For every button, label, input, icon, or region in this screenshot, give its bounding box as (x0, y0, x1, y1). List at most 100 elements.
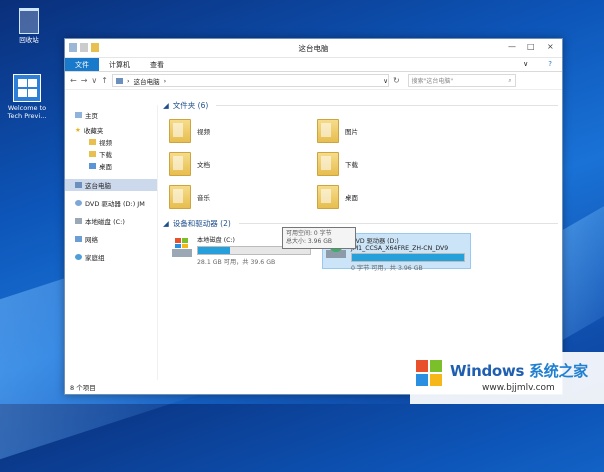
homegroup-icon (75, 254, 82, 260)
watermark-url: www.bjjmlv.com (482, 383, 555, 393)
drive-d-name: DVD 驱动器 (D:) (351, 238, 399, 245)
watermark-title-b: 系统之家 (529, 362, 588, 380)
tab-file[interactable]: 文件 (65, 58, 99, 71)
network-icon (75, 236, 82, 242)
address-bar-row: ← → ∨ ↑ › 这台电脑 › ∨ ↻ 搜索"这台电脑" ⌕ (65, 72, 562, 90)
search-input[interactable]: 搜索"这台电脑" ⌕ (407, 74, 516, 87)
folder-label: 音乐 (197, 193, 210, 202)
nav-item-label: 收藏夹 (83, 127, 104, 135)
recycle-bin-icon (19, 8, 39, 34)
forward-button[interactable]: → (81, 76, 88, 85)
back-button[interactable]: ← (70, 76, 77, 85)
maximize-button[interactable]: □ (527, 42, 535, 51)
downloads-folder-icon (317, 151, 339, 176)
up-button[interactable]: ↑ (101, 76, 108, 85)
content-pane: ◢ 文件夹 (6) 视频 图片 文档 下载 音乐 桌面 ◢ 设备和驱动器 (2) (163, 99, 558, 380)
status-item-count: 8 个项目 (70, 384, 96, 392)
tooltip-line-2: 总大小: 3.96 GB (286, 238, 332, 245)
folder-music[interactable]: 音乐 (169, 180, 317, 213)
folder-label: 桌面 (345, 193, 358, 202)
folder-label: 图片 (345, 127, 358, 136)
drive-d-label: JM1_CCSA_X64FRE_ZH-CN_DV9 (351, 245, 449, 252)
drive-c-free: 28.1 GB 可用，共 39.6 GB (197, 259, 276, 266)
address-dropdown-icon[interactable]: ∨ (383, 77, 388, 85)
nav-item-label: 视频 (99, 139, 112, 147)
close-button[interactable]: × (547, 42, 554, 51)
search-icon: ⌕ (508, 76, 512, 84)
search-placeholder: 搜索"这台电脑" (411, 78, 454, 85)
nav-item-home[interactable]: 主页 (65, 109, 157, 121)
video-folder-icon (169, 118, 191, 143)
recycle-bin-desktop-icon[interactable]: 回收站 (6, 8, 52, 44)
folder-icon (89, 139, 96, 145)
folder-documents[interactable]: 文档 (169, 147, 317, 180)
recycle-bin-label: 回收站 (19, 36, 39, 44)
recent-locations-dropdown[interactable]: ∨ (91, 76, 97, 85)
address-field[interactable]: › 这台电脑 › ∨ (111, 74, 389, 87)
nav-item-label: 网络 (85, 236, 98, 244)
group-title: 设备和驱动器 (2) (172, 218, 231, 228)
watermark: Windows 系统之家 www.bjjmlv.com (410, 352, 604, 404)
computer-icon (115, 77, 123, 84)
nav-item-label: 主页 (85, 112, 98, 120)
drive-d-usage-bar (351, 253, 465, 262)
nav-item-desktop[interactable]: 桌面 (65, 160, 157, 172)
group-title: 文件夹 (6) (172, 100, 209, 110)
star-icon: ★ (75, 126, 81, 134)
desktop-icon (89, 163, 96, 169)
help-icon[interactable]: ? (538, 58, 562, 71)
windows-logo-icon (13, 74, 41, 102)
desktop-folder-icon (317, 184, 339, 209)
nav-item-downloads[interactable]: 下载 (65, 148, 157, 160)
computer-icon (75, 182, 82, 188)
welcome-desktop-icon[interactable]: Welcome to Tech Previ... (4, 74, 50, 120)
address-path[interactable]: 这台电脑 (134, 76, 160, 86)
collapse-icon[interactable]: ◢ (163, 101, 169, 110)
folders-group-header[interactable]: ◢ 文件夹 (6) (163, 99, 558, 111)
ribbon-tabs: 文件 计算机 查看 ∨ ? (65, 58, 562, 72)
nav-item-this-pc[interactable]: 这台电脑 (65, 179, 157, 191)
music-folder-icon (169, 184, 191, 209)
documents-folder-icon (169, 151, 191, 176)
address-separator-2: › (163, 76, 167, 85)
nav-item-local-disk[interactable]: 本地磁盘 (C:) (65, 215, 157, 227)
windows-flag-logo (416, 360, 442, 386)
folder-label: 文档 (197, 160, 210, 169)
home-icon (75, 112, 82, 118)
collapse-icon[interactable]: ◢ (163, 219, 169, 228)
welcome-label-line1: Welcome to (7, 104, 47, 112)
address-separator-1: › (126, 76, 130, 85)
drive-c-usage-fill (198, 247, 231, 254)
nav-item-homegroup[interactable]: 家庭组 (65, 251, 157, 263)
pictures-folder-icon (317, 118, 339, 143)
watermark-title: Windows 系统之家 (450, 360, 588, 381)
nav-item-label: DVD 驱动器 (D:) JM (85, 200, 145, 208)
nav-item-label: 家庭组 (85, 254, 105, 262)
hard-drive-windows-icon (172, 238, 192, 257)
tab-view[interactable]: 查看 (140, 58, 174, 71)
folder-desktop[interactable]: 桌面 (317, 180, 465, 213)
hard-drive-icon (75, 218, 82, 224)
folder-downloads[interactable]: 下载 (317, 147, 465, 180)
nav-item-dvd-drive[interactable]: DVD 驱动器 (D:) JM (65, 197, 157, 209)
folder-pictures[interactable]: 图片 (317, 114, 465, 147)
drive-tooltip: 可用空间: 0 字节 总大小: 3.96 GB (282, 227, 356, 249)
drives-list: 本地磁盘 (C:) 28.1 GB 可用，共 39.6 GB DVD 驱动器 (… (169, 233, 558, 272)
watermark-title-a: Windows (450, 362, 525, 380)
nav-item-network[interactable]: 网络 (65, 233, 157, 245)
drive-d-usage-fill (352, 254, 464, 261)
minimize-button[interactable]: — (508, 42, 516, 51)
tab-computer[interactable]: 计算机 (99, 58, 140, 71)
nav-item-label: 桌面 (99, 163, 112, 171)
folder-videos[interactable]: 视频 (169, 114, 317, 147)
nav-item-favorites[interactable]: ★ 收藏夹 (65, 124, 157, 136)
nav-item-label: 本地磁盘 (C:) (85, 218, 125, 226)
drives-group-header[interactable]: ◢ 设备和驱动器 (2) (163, 217, 558, 229)
title-bar: 这台电脑 — □ × (65, 39, 562, 58)
expand-ribbon-icon[interactable]: ∨ (513, 58, 538, 71)
nav-item-label: 下载 (99, 151, 112, 159)
folder-label: 视频 (197, 127, 210, 136)
folder-icon (89, 151, 96, 157)
nav-item-videos[interactable]: 视频 (65, 136, 157, 148)
refresh-button[interactable]: ↻ (393, 76, 400, 85)
